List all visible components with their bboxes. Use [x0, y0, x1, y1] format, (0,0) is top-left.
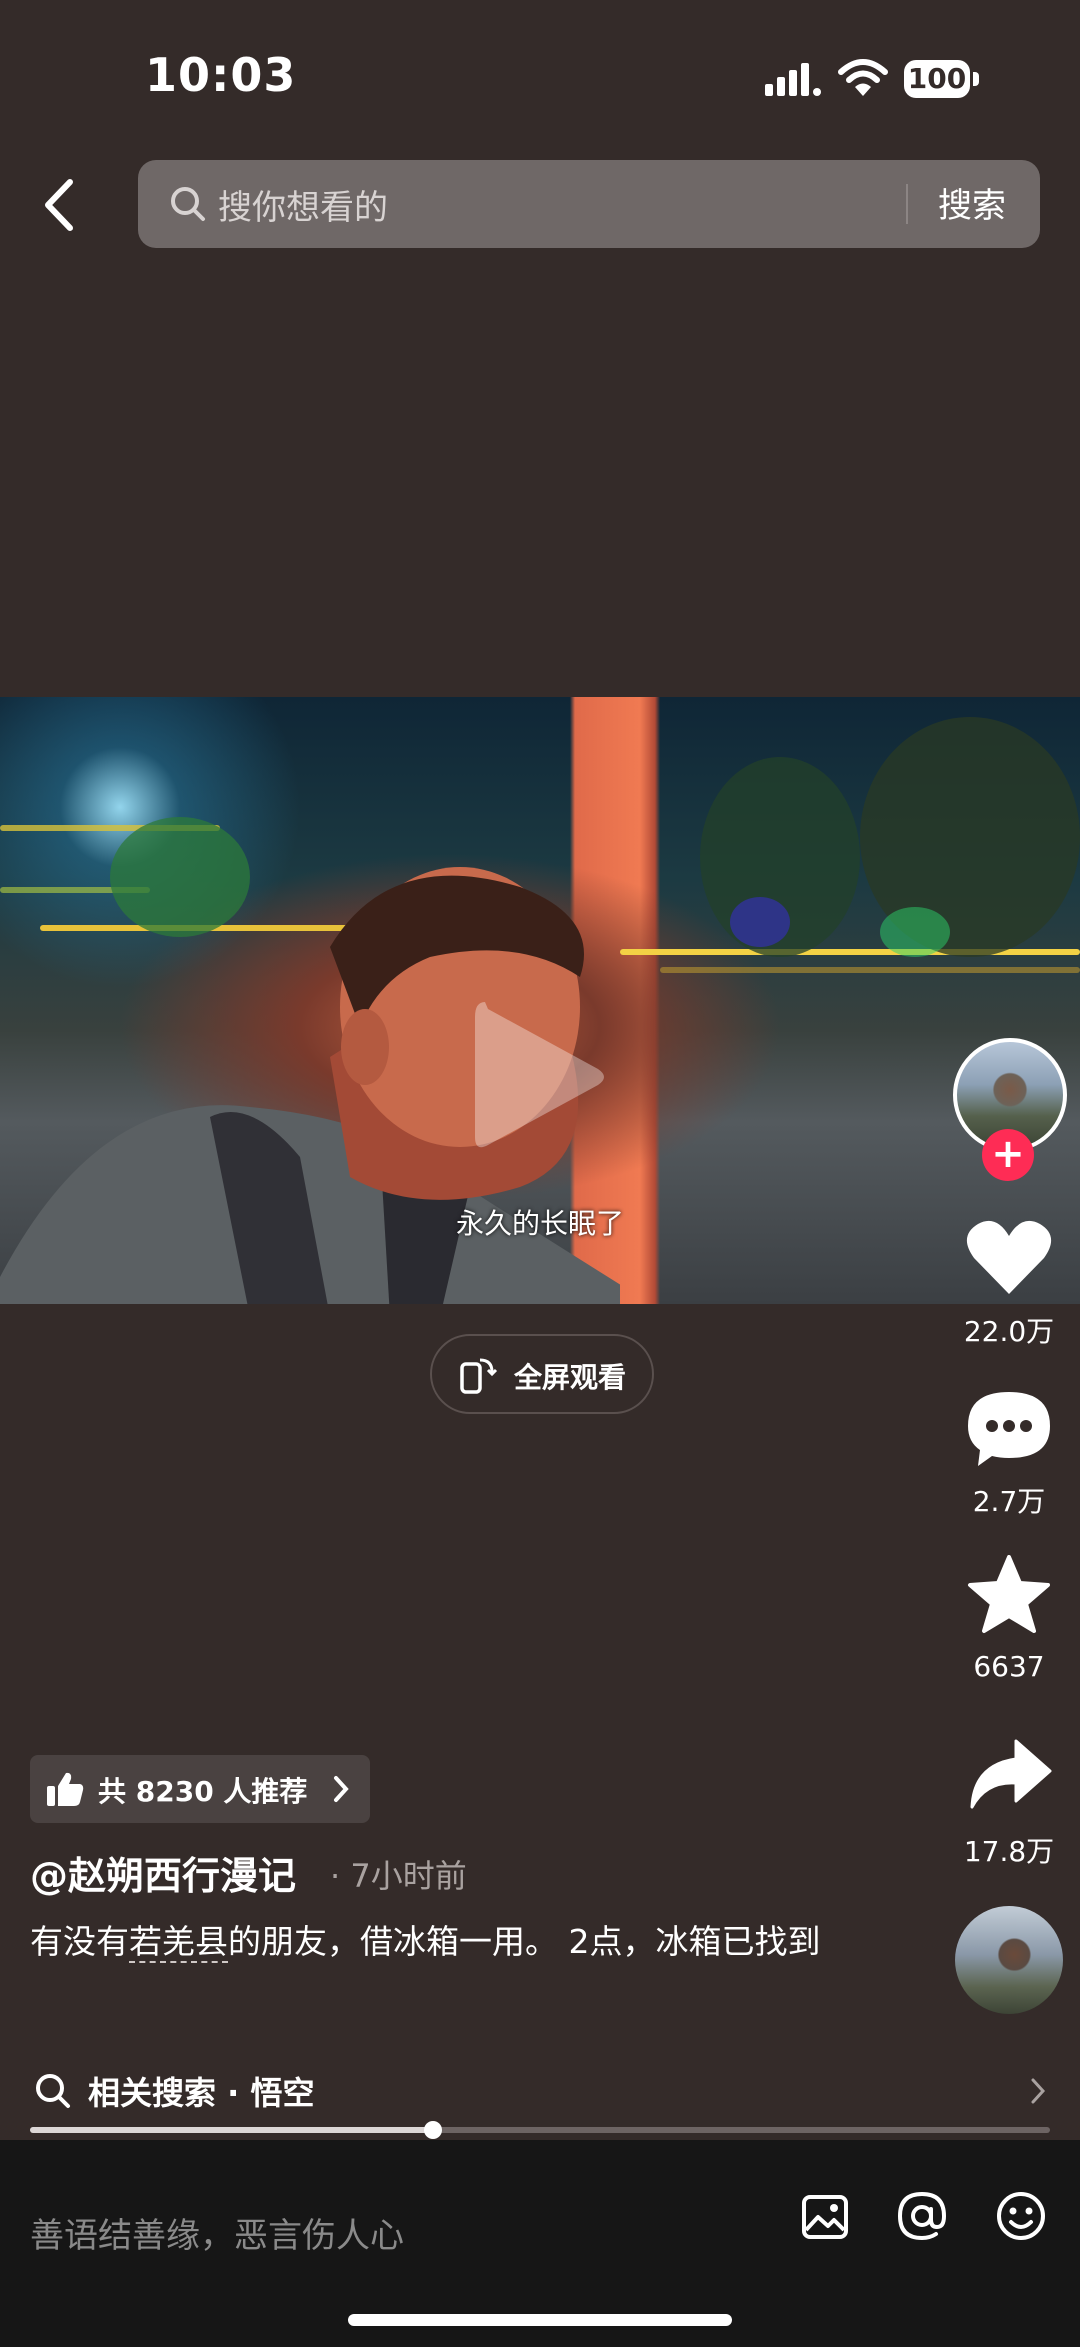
- search-input[interactable]: 搜你想看的: [218, 180, 388, 229]
- search-bar[interactable]: 搜你想看的 搜索: [138, 160, 1040, 248]
- video-progress-bar[interactable]: [30, 2121, 1050, 2139]
- share-icon[interactable]: [964, 1735, 1054, 1815]
- back-button[interactable]: [30, 170, 86, 240]
- comment-count: 2.7万: [972, 1485, 1046, 1518]
- image-icon[interactable]: [800, 2192, 850, 2242]
- wifi-icon: [838, 59, 888, 96]
- heart-icon[interactable]: [964, 1218, 1054, 1298]
- search-icon: [36, 2074, 70, 2108]
- related-search-label: 相关搜索 · 悟空: [88, 2074, 315, 2112]
- author-name[interactable]: @赵朔西行漫记: [30, 1845, 296, 1900]
- star-icon[interactable]: [964, 1555, 1054, 1635]
- like-count: 22.0万: [963, 1315, 1055, 1348]
- emoji-icon[interactable]: [995, 2190, 1047, 2242]
- recommend-count: 共 8230 人推荐: [98, 1775, 308, 1808]
- signal-icon: [765, 63, 821, 96]
- video-description: 有没有若羌县的朋友，借冰箱一用。 2点，冰箱已找到: [30, 1918, 860, 1966]
- description-text: 的朋友，借冰箱一用。 2点，冰箱已找到: [228, 1922, 821, 1961]
- play-icon[interactable]: [470, 992, 610, 1162]
- chevron-right-icon: [1031, 2078, 1046, 2104]
- video-caption: 永久的长眠了: [455, 1207, 624, 1240]
- search-divider: [906, 184, 908, 224]
- fullscreen-button[interactable]: 全屏观看: [430, 1334, 654, 1414]
- chevron-right-icon: [334, 1776, 349, 1802]
- battery-level: 100: [904, 60, 970, 98]
- video-player[interactable]: 永久的长眠了: [0, 697, 1080, 1304]
- post-time: · 7小时前: [330, 1857, 467, 1895]
- related-search-bar[interactable]: 相关搜索 · 悟空: [0, 2040, 1080, 2150]
- progress-fill: [30, 2127, 433, 2133]
- description-text: 有没有: [30, 1922, 129, 1961]
- search-icon: [171, 187, 205, 221]
- music-disc[interactable]: [955, 1906, 1063, 2014]
- location-link[interactable]: 若羌县: [129, 1922, 228, 1963]
- progress-thumb[interactable]: [423, 2121, 442, 2139]
- fullscreen-label: 全屏观看: [514, 1361, 627, 1394]
- share-count: 17.8万: [963, 1835, 1055, 1868]
- battery-indicator: 100: [904, 60, 980, 100]
- thumb-up-icon: [47, 1772, 84, 1806]
- fullscreen-icon: [460, 1358, 498, 1394]
- follow-button[interactable]: +: [982, 1129, 1034, 1181]
- comment-input[interactable]: 善语结善缘，恶言伤人心: [30, 2208, 404, 2257]
- search-button[interactable]: 搜索: [938, 178, 1006, 227]
- home-indicator: [348, 2314, 732, 2326]
- status-time: 10:03: [145, 48, 297, 102]
- favorite-count: 6637: [973, 1650, 1045, 1683]
- recommend-pill[interactable]: 共 8230 人推荐: [30, 1755, 370, 1823]
- at-icon[interactable]: [896, 2190, 948, 2242]
- comment-icon[interactable]: [964, 1388, 1054, 1468]
